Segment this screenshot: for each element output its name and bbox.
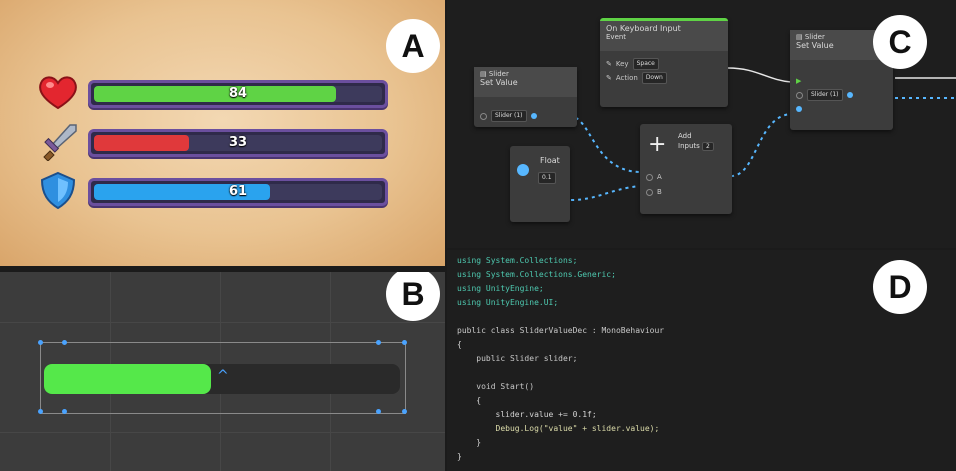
node-title: Add — [678, 132, 692, 140]
corner-handle[interactable] — [402, 409, 407, 414]
node-title: Float — [540, 156, 560, 165]
code-line: Debug.Log("value" + slider.value); — [457, 424, 660, 433]
game-hud-panel: 84 33 61 A — [0, 0, 445, 266]
slider-track[interactable]: ^ — [44, 364, 400, 394]
node-title: On Keyboard Input — [606, 24, 681, 33]
code-line: using System.Collections; — [457, 256, 578, 265]
slider-fill — [44, 364, 211, 394]
set-value-node[interactable]: ▤ Slider Set Value Slider (1) — [474, 67, 577, 127]
keyboard-input-node[interactable]: On Keyboard Input Event ✎ Key Space ✎ Actio… — [600, 18, 728, 107]
inputs-label: Inputs — [678, 142, 700, 150]
corner-handle[interactable] — [38, 340, 43, 345]
target-field[interactable]: Slider (1) — [807, 89, 843, 101]
shield-icon — [40, 171, 76, 210]
attack-bar: 33 — [88, 129, 388, 157]
anchor-handle[interactable] — [376, 340, 381, 345]
action-field[interactable]: Down — [641, 72, 667, 84]
code-editor-panel: using System.Collections; using System.Co… — [447, 250, 956, 471]
code-line: } — [457, 452, 462, 461]
float-icon — [517, 164, 529, 176]
defense-value: 61 — [228, 184, 248, 199]
port-b-label: B — [657, 188, 662, 196]
slider-component-icon: ▤ — [480, 70, 487, 78]
code-line: slider.value += 0.1f; — [457, 410, 597, 419]
sword-icon — [43, 124, 77, 161]
port-a-label: A — [657, 173, 662, 181]
code-line: void Start() — [457, 382, 535, 391]
action-label: Action — [615, 74, 638, 82]
defense-bar: 61 — [88, 178, 388, 206]
corner-handle[interactable] — [38, 409, 43, 414]
float-node[interactable]: Float 0.1 — [510, 146, 570, 222]
code-line: using System.Collections.Generic; — [457, 270, 616, 279]
health-bar-row: 84 — [30, 72, 390, 112]
key-label: Key — [615, 60, 629, 68]
code-line: { — [457, 340, 462, 349]
float-value-field[interactable]: 0.1 — [538, 172, 556, 184]
code-line: using UnityEngine.UI; — [457, 298, 559, 307]
node-subtitle: Event — [606, 33, 627, 41]
slider-editor-panel: ^ B — [0, 272, 445, 471]
panel-label-a: A — [386, 19, 440, 73]
slider-component-icon: ▤ — [796, 33, 803, 41]
panel-label-b: B — [386, 272, 440, 321]
attack-bar-row: 33 — [30, 121, 390, 161]
anchor-handle[interactable] — [376, 409, 381, 414]
node-category: Slider — [804, 33, 825, 41]
code-line: using UnityEngine; — [457, 284, 544, 293]
health-bar: 84 — [88, 80, 388, 108]
defense-bar-row: 61 — [30, 170, 390, 210]
panel-label-c: C — [873, 15, 927, 69]
heart-icon — [39, 76, 77, 110]
code-line: public Slider slider; — [457, 354, 578, 363]
add-node[interactable]: + Add Inputs 2 A B — [640, 124, 732, 214]
plus-icon: + — [648, 132, 667, 157]
health-value: 84 — [228, 86, 248, 101]
slider-handle-icon[interactable]: ^ — [217, 368, 229, 384]
anchor-handle[interactable] — [62, 409, 67, 414]
action-icon: ✎ — [606, 74, 612, 82]
panel-label-d: D — [873, 260, 927, 314]
target-field[interactable]: Slider (1) — [491, 110, 527, 122]
attack-value: 33 — [228, 135, 248, 150]
anchor-handle[interactable] — [62, 340, 67, 345]
inputs-field[interactable]: 2 — [702, 142, 714, 151]
node-category: Slider — [488, 70, 509, 78]
node-title: Set Value — [480, 78, 518, 87]
corner-handle[interactable] — [402, 340, 407, 345]
code-line: public class SliderValueDec : MonoBehavi… — [457, 326, 665, 335]
key-field[interactable]: Space — [632, 58, 659, 70]
code-line: { — [457, 396, 482, 405]
key-icon: ✎ — [606, 60, 612, 68]
code-line: } — [457, 438, 482, 447]
visual-script-graph-panel: ▤ Slider Set Value Slider (1) On Keyboar… — [447, 0, 956, 248]
